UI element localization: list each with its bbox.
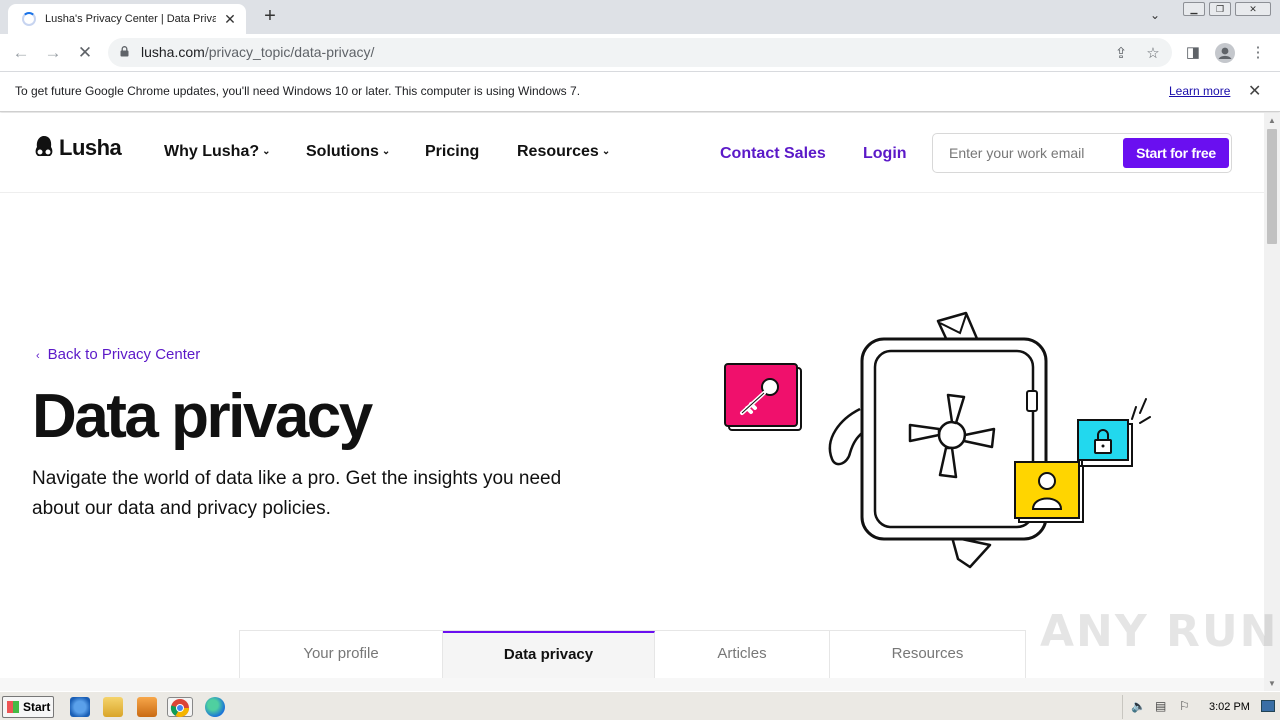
- nav-pricing[interactable]: Pricing: [425, 143, 479, 161]
- show-desktop-icon[interactable]: [1261, 700, 1275, 712]
- contact-sales-link[interactable]: Contact Sales: [720, 145, 826, 163]
- tab-data-privacy[interactable]: Data privacy: [443, 631, 655, 678]
- windows-taskbar: Start 🔈 ▤ ⚐ 3:02 PM: [0, 691, 1280, 720]
- minimize-button[interactable]: ▁: [1183, 2, 1205, 16]
- login-link[interactable]: Login: [863, 145, 907, 163]
- chevron-down-icon: ⌄: [381, 146, 391, 157]
- loading-spinner-icon: [22, 12, 36, 26]
- nav-resources[interactable]: Resources ⌄: [517, 143, 610, 161]
- chevron-left-icon: ‹: [36, 350, 40, 362]
- tab-search-chevron-icon[interactable]: ⌄: [1150, 8, 1160, 22]
- tab-articles[interactable]: Articles: [655, 631, 830, 678]
- logo-text: Lusha: [59, 135, 122, 160]
- page-subtitle: Navigate the world of data like a pro. G…: [32, 468, 562, 519]
- lock-icon: [120, 46, 129, 57]
- file-explorer-icon[interactable]: [103, 697, 123, 717]
- scroll-up-arrow-icon[interactable]: ▲: [1268, 116, 1276, 125]
- edge-icon[interactable]: [205, 697, 225, 717]
- network-icon[interactable]: ▤: [1155, 699, 1166, 713]
- url-text: lusha.com/privacy_topic/data-privacy/: [141, 38, 374, 67]
- tab-title: Lusha's Privacy Center | Data Privac: [45, 13, 216, 25]
- page-scrollbar[interactable]: ▲ ▼: [1264, 113, 1280, 691]
- start-for-free-button[interactable]: Start for free: [1123, 138, 1229, 168]
- chevron-down-icon: ⌄: [262, 146, 271, 157]
- infobar-message: To get future Google Chrome updates, you…: [15, 84, 581, 98]
- user-card-icon: [1014, 461, 1084, 523]
- back-to-privacy-center-link[interactable]: ‹ Back to Privacy Center: [36, 346, 200, 363]
- kebab-menu-icon[interactable]: ⋮: [1248, 43, 1268, 61]
- share-icon[interactable]: ⇪: [1112, 44, 1130, 62]
- address-bar[interactable]: lusha.com/privacy_topic/data-privacy/ ⇪ …: [108, 38, 1172, 67]
- chrome-taskbar-button[interactable]: [167, 697, 193, 718]
- anyrun-watermark: ANY RUN: [1040, 606, 1279, 657]
- speaker-icon[interactable]: 🔈: [1131, 699, 1146, 713]
- bookmark-star-icon[interactable]: ☆: [1144, 44, 1162, 62]
- browser-tab-strip: Lusha's Privacy Center | Data Privac ✕ +…: [0, 0, 1280, 34]
- url-path: /privacy_topic/data-privacy/: [204, 44, 375, 60]
- back-link-label: Back to Privacy Center: [47, 346, 201, 363]
- work-email-input[interactable]: [939, 140, 1119, 166]
- browser-tab[interactable]: Lusha's Privacy Center | Data Privac ✕: [8, 4, 246, 34]
- lusha-logo[interactable]: Lusha: [33, 135, 122, 161]
- tab-close-icon[interactable]: ✕: [222, 11, 238, 28]
- nav-solutions[interactable]: Solutions ⌄: [306, 143, 390, 161]
- lusha-logo-icon: [35, 136, 53, 157]
- forward-arrow-icon[interactable]: →: [42, 42, 64, 64]
- chrome-icon: [170, 699, 189, 718]
- safe-illustration: [724, 311, 1151, 569]
- side-panel-icon[interactable]: ◨: [1183, 43, 1203, 61]
- learn-more-link[interactable]: Learn more: [1169, 84, 1230, 98]
- system-tray: 🔈 ▤ ⚐: [1122, 695, 1280, 719]
- new-tab-button[interactable]: +: [259, 6, 281, 28]
- profile-avatar-icon[interactable]: [1215, 43, 1235, 67]
- site-header: Lusha Why Lusha? ⌄ Solutions ⌄ Pricing Res…: [0, 113, 1264, 193]
- back-arrow-icon[interactable]: ←: [10, 42, 32, 64]
- nav-resources-label: Resources: [517, 143, 599, 160]
- signup-form: Start for free: [932, 133, 1232, 173]
- nav-solutions-label: Solutions: [306, 143, 379, 160]
- stop-loading-icon[interactable]: ✕: [74, 42, 96, 64]
- action-center-flag-icon[interactable]: ⚐: [1179, 699, 1190, 713]
- web-page: Lusha Why Lusha? ⌄ Solutions ⌄ Pricing Res…: [0, 113, 1264, 691]
- page-title: Data privacy: [32, 382, 373, 451]
- tab-resources[interactable]: Resources: [830, 631, 1025, 678]
- key-card-icon: [724, 363, 802, 431]
- browser-toolbar: ← → ✕ lusha.com/privacy_topic/data-priva…: [0, 34, 1280, 72]
- nav-pricing-label: Pricing: [425, 143, 480, 160]
- lock-card-icon: [1077, 419, 1133, 467]
- section-divider: [0, 678, 1264, 691]
- window-close-button[interactable]: ✕: [1235, 2, 1271, 16]
- start-button[interactable]: Start: [2, 696, 54, 718]
- taskbar-clock[interactable]: 3:02 PM: [1209, 701, 1250, 713]
- media-player-icon[interactable]: [137, 697, 157, 717]
- scrollbar-thumb[interactable]: [1267, 129, 1277, 244]
- maximize-button[interactable]: ❐: [1209, 2, 1231, 16]
- scroll-down-arrow-icon[interactable]: ▼: [1268, 679, 1276, 688]
- privacy-center-tabs: Your profile Data privacy Articles Resou…: [239, 630, 1026, 678]
- nav-why-lusha[interactable]: Why Lusha? ⌄: [164, 143, 271, 161]
- infobar-close-icon[interactable]: ✕: [1248, 81, 1261, 101]
- windows-logo-icon: [7, 701, 19, 713]
- chevron-down-icon: ⌄: [601, 146, 611, 157]
- url-host: lusha.com: [141, 44, 205, 60]
- start-label: Start: [23, 700, 51, 714]
- internet-explorer-icon[interactable]: [70, 697, 90, 717]
- tab-your-profile[interactable]: Your profile: [240, 631, 443, 678]
- nav-why-lusha-label: Why Lusha?: [164, 143, 260, 160]
- update-infobar: To get future Google Chrome updates, you…: [0, 72, 1280, 112]
